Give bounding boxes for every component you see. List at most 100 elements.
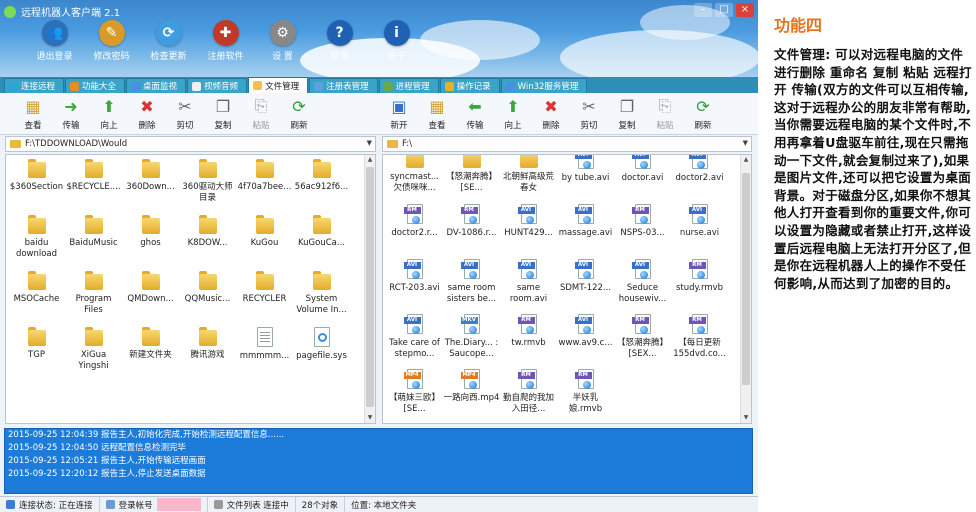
file-item[interactable]: AVI SDMT-122... xyxy=(557,259,614,314)
file-item[interactable]: 56ac912f6... xyxy=(293,159,350,215)
file-item[interactable]: ghos xyxy=(122,215,179,271)
file-item[interactable]: $RECYCLE.... xyxy=(65,159,122,215)
main-toolbar: 👥 退出登录 ✎ 修改密码 ⟳ 检查更新 ✚ 注册软件 ⚙ 设 置? 帮 助 i 关于 xyxy=(26,20,425,62)
left-paste-button[interactable]: ⎘ 粘贴 xyxy=(242,95,280,131)
file-item[interactable]: QQMusic... xyxy=(179,271,236,327)
right-paste-button[interactable]: ⎘ 粘贴 xyxy=(646,95,684,131)
file-item[interactable]: AVI Seduce housewiv... xyxy=(614,259,671,314)
file-item[interactable]: mmmmm... xyxy=(236,327,293,383)
file-item[interactable]: TGP xyxy=(8,327,65,383)
remote-path-combobox[interactable]: F:\ ▼ xyxy=(382,136,752,152)
left-transfer-right-button[interactable]: ➜ 传输 xyxy=(52,95,90,132)
toolbar-button-help[interactable]: ? 帮 助 xyxy=(311,20,368,62)
left-delete-button[interactable]: ✖ 删除 xyxy=(128,95,166,132)
tab-7[interactable]: 操作记录 xyxy=(439,78,500,93)
file-item[interactable]: MP4 一路向西.mp4 xyxy=(443,369,500,423)
file-item[interactable]: 北朝鲜高级荒春女 xyxy=(500,155,557,204)
left-up-arrow-button[interactable]: ⬆ 向上 xyxy=(90,95,128,132)
file-item[interactable]: KuGouCa... xyxy=(293,215,350,271)
file-item[interactable]: KuGou xyxy=(236,215,293,271)
file-item[interactable]: AVI massage.avi xyxy=(557,204,614,259)
file-item[interactable]: RM 勤自爬的我加入田径... xyxy=(500,369,557,423)
file-item[interactable]: 360驱动大师目录 xyxy=(179,159,236,215)
file-item[interactable]: AVI HUNT429... xyxy=(500,204,557,259)
file-item[interactable]: AVI doctor2.avi xyxy=(671,155,728,204)
left-view-button[interactable]: ▦ 查看 xyxy=(14,95,52,132)
file-item[interactable]: AVI doctor.avi xyxy=(614,155,671,204)
maximize-button[interactable]: □ xyxy=(715,3,733,17)
right-copy-button[interactable]: ❐ 复制 xyxy=(608,95,646,132)
file-item[interactable]: 【怒潮奔腾】[SE... xyxy=(443,155,500,204)
toolbar-button-gear[interactable]: ⚙ 设 置 xyxy=(254,20,311,62)
right-delete-button[interactable]: ✖ 删除 xyxy=(532,95,570,132)
file-item[interactable]: AVI RCT-203.avi xyxy=(386,259,443,314)
folder-icon xyxy=(255,271,274,291)
file-item[interactable]: Program Files xyxy=(65,271,122,327)
file-item[interactable]: AVI nurse.avi xyxy=(671,204,728,259)
file-item[interactable]: XiGua Yingshi xyxy=(65,327,122,383)
tab-8[interactable]: Win32服务管理 xyxy=(500,78,588,93)
file-item[interactable]: RM DV-1086.r... xyxy=(443,204,500,259)
tab-2[interactable]: 桌面监视 xyxy=(126,78,187,93)
file-item[interactable]: RM 【每日更新155dvd.co... xyxy=(671,314,728,369)
left-refresh-button[interactable]: ⟳ 刷新 xyxy=(280,95,318,132)
system-file-icon xyxy=(311,327,333,349)
close-button[interactable]: × xyxy=(736,3,754,17)
right-refresh-button[interactable]: ⟳ 刷新 xyxy=(684,95,722,132)
toolbar-button-info[interactable]: i 关于 xyxy=(368,20,425,62)
tab-6[interactable]: 进程管理 xyxy=(378,78,439,93)
local-path-combobox[interactable]: F:\TDDOWNLOAD\Would ▼ xyxy=(5,136,376,152)
file-item[interactable]: 360Down... xyxy=(122,159,179,215)
tab-1[interactable]: 功能大全 xyxy=(65,78,126,93)
file-item[interactable]: RECYCLER xyxy=(236,271,293,327)
file-item[interactable]: K8DOW... xyxy=(179,215,236,271)
file-item[interactable]: MKV The.Diary... : Saucope... xyxy=(443,314,500,369)
toolbar-button-register[interactable]: ✚ 注册软件 xyxy=(197,20,254,62)
chevron-down-icon[interactable]: ▼ xyxy=(367,139,372,147)
file-item[interactable]: RM NSPS-03... xyxy=(614,204,671,259)
tab-4[interactable]: 文件管理 xyxy=(248,77,309,93)
right-up-arrow-button[interactable]: ⬆ 向上 xyxy=(494,95,532,132)
remote-file-pane[interactable]: syncmast... 欠债咪咪... 【怒潮奔腾】[SE... 北朝鲜高级荒春女 A… xyxy=(382,154,752,424)
file-item[interactable]: AVI www.av9.c... xyxy=(557,314,614,369)
tab-3[interactable]: 视频音频 xyxy=(187,78,248,93)
file-item[interactable]: 4f70a7bee... xyxy=(236,159,293,215)
toolbar-button-globe-update[interactable]: ⟳ 检查更新 xyxy=(140,20,197,62)
file-item[interactable]: $360Section xyxy=(8,159,65,215)
file-item[interactable]: RM doctor2.r... xyxy=(386,204,443,259)
minimize-button[interactable]: – xyxy=(694,3,712,17)
right-view-button[interactable]: ▦ 查看 xyxy=(418,95,456,132)
local-file-pane[interactable]: $360Section $RECYCLE.... 360Down... 360驱动大师… xyxy=(5,154,376,424)
file-item[interactable]: 腾讯游戏 xyxy=(179,327,236,383)
file-item[interactable]: RM study.rmvb xyxy=(671,259,728,314)
chevron-down-icon[interactable]: ▼ xyxy=(743,139,748,147)
tab-0[interactable]: 连接远程 xyxy=(4,78,65,93)
right-new-open-button[interactable]: ▣ 新开 xyxy=(380,95,418,132)
file-item[interactable]: RM tw.rmvb xyxy=(500,314,557,369)
file-item[interactable]: System Volume In... xyxy=(293,271,350,327)
file-item[interactable]: AVI same room sisters be... xyxy=(443,259,500,314)
file-item[interactable]: 新建文件夹 xyxy=(122,327,179,383)
file-item[interactable]: AVI same room.avi xyxy=(500,259,557,314)
activity-log[interactable]: 2015-09-25 12:04:39 报告主人,初始化完成,开始检测远程配置信… xyxy=(4,428,753,494)
file-item[interactable]: syncmast... 欠债咪咪... xyxy=(386,155,443,204)
file-item[interactable]: pagefile.sys xyxy=(293,327,350,383)
file-item[interactable]: MSOCache xyxy=(8,271,65,327)
file-item[interactable]: QMDown... xyxy=(122,271,179,327)
file-item[interactable]: AVI by tube.avi xyxy=(557,155,614,204)
file-item[interactable]: MP4 【萌妹三欧】[SE... xyxy=(386,369,443,423)
local-scrollbar[interactable]: ▲ ▼ xyxy=(364,155,375,423)
tab-5[interactable]: 注册表管理 xyxy=(309,78,378,93)
file-item[interactable]: RM 【怒潮奔腾】[SEX... xyxy=(614,314,671,369)
right-cut-button[interactable]: ✂ 剪切 xyxy=(570,95,608,132)
file-item[interactable]: RM 半妖乳娘.rmvb xyxy=(557,369,614,423)
toolbar-button-user-group[interactable]: 👥 退出登录 xyxy=(26,20,83,62)
file-item[interactable]: BaiduMusic xyxy=(65,215,122,271)
file-item[interactable]: AVI Take care of stepmo... xyxy=(386,314,443,369)
right-transfer-left-button[interactable]: ⬅ 传输 xyxy=(456,95,494,132)
left-copy-button[interactable]: ❐ 复制 xyxy=(204,95,242,132)
left-cut-button[interactable]: ✂ 剪切 xyxy=(166,95,204,132)
toolbar-button-key[interactable]: ✎ 修改密码 xyxy=(83,20,140,62)
file-item[interactable]: baidu download xyxy=(8,215,65,271)
remote-scrollbar[interactable]: ▲ ▼ xyxy=(740,155,751,423)
